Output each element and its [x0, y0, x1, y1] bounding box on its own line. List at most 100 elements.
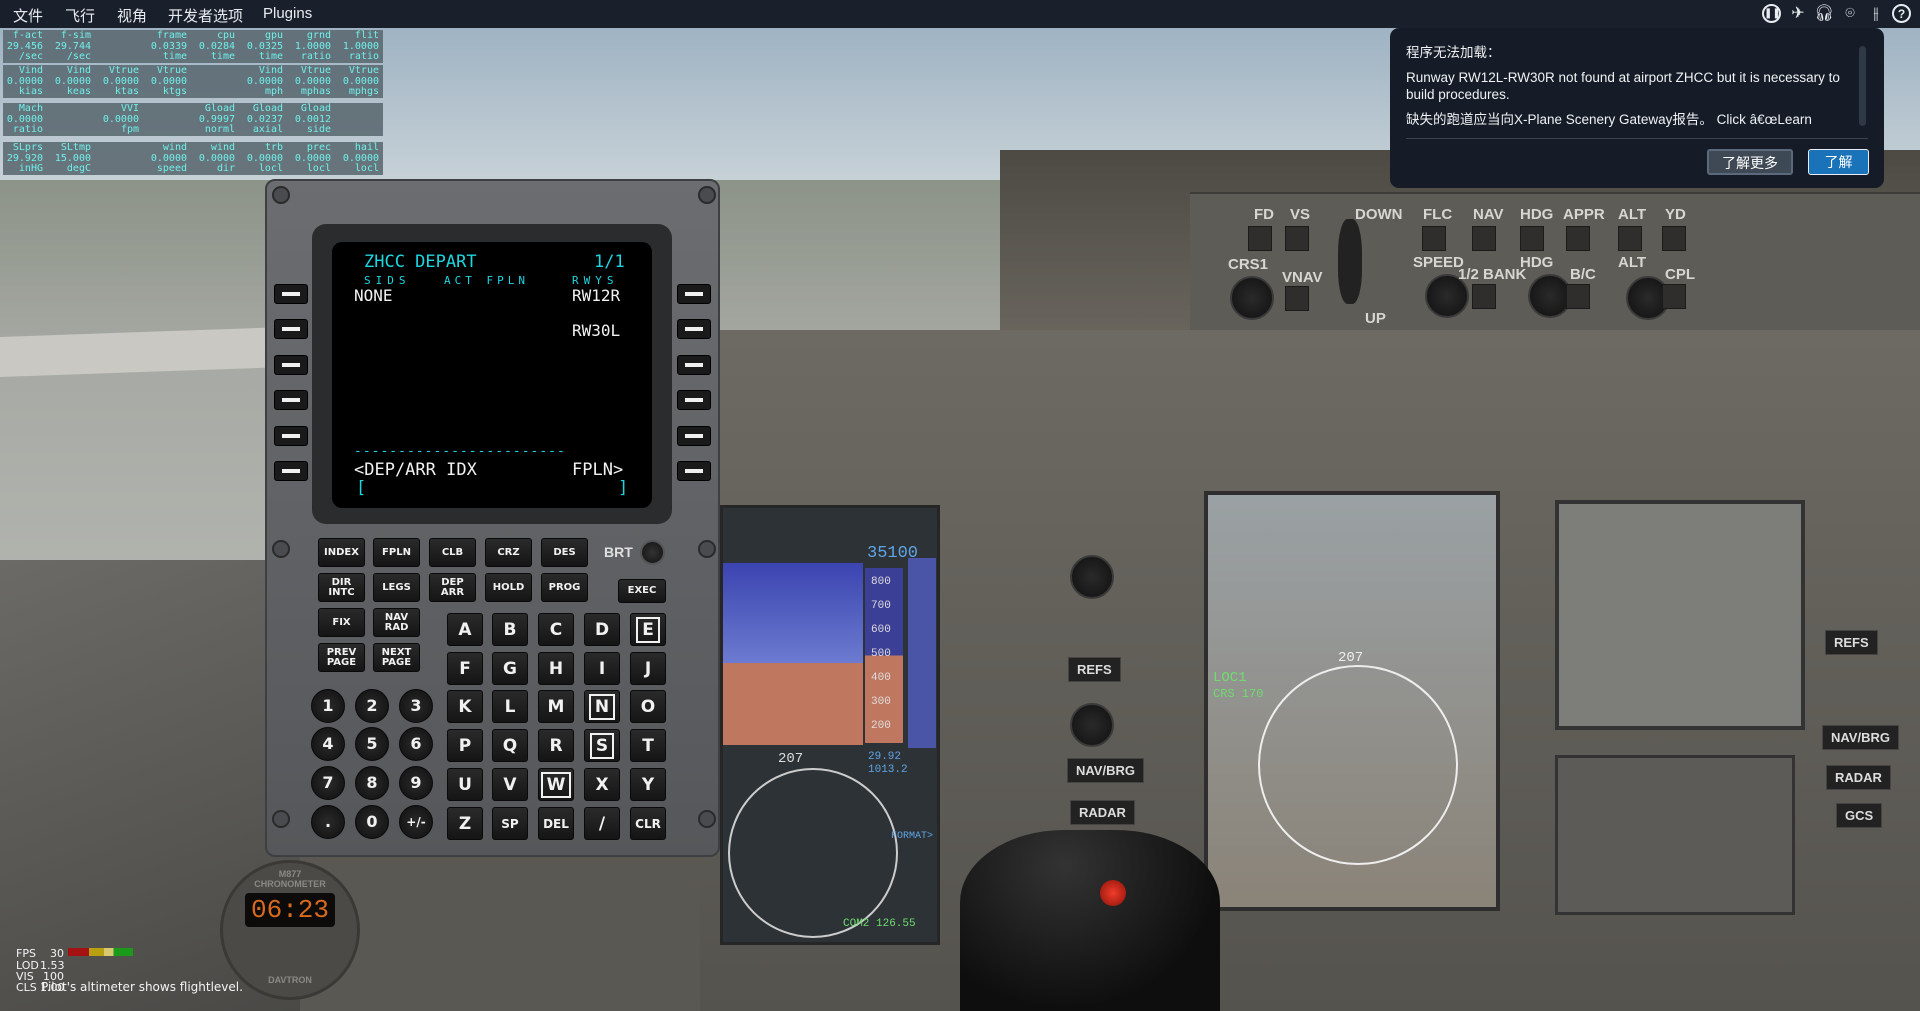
sliders-icon[interactable]: ⫲: [1866, 4, 1886, 24]
key-prev-page[interactable]: PREV PAGE: [318, 643, 365, 672]
line-select-key-right-5[interactable]: [677, 426, 711, 446]
line-select-key-right-6[interactable]: [677, 461, 711, 481]
gcs-button[interactable]: GCS: [1836, 803, 1883, 828]
menu-view[interactable]: 视角: [117, 5, 147, 26]
airplane-icon[interactable]: ✈: [1788, 4, 1808, 24]
line-select-key-left-5[interactable]: [274, 426, 308, 446]
key-2[interactable]: 2: [355, 689, 389, 723]
autopilot-disconnect-button[interactable]: [1100, 880, 1126, 906]
location-pin-icon[interactable]: ⌾: [1840, 4, 1860, 24]
key-slash[interactable]: /: [584, 807, 620, 840]
key-c[interactable]: C: [538, 613, 574, 646]
key-del[interactable]: DEL: [538, 807, 574, 840]
key-des[interactable]: DES: [541, 538, 588, 567]
key-h[interactable]: H: [538, 652, 574, 685]
radar-button[interactable]: RADAR: [1070, 800, 1135, 825]
menu-flight[interactable]: 飞行: [65, 5, 95, 26]
key-y[interactable]: Y: [630, 768, 666, 801]
key-hold[interactable]: HOLD: [485, 573, 532, 602]
menu-plugins[interactable]: Plugins: [263, 5, 312, 22]
hdg-button[interactable]: [1520, 226, 1544, 251]
key-3[interactable]: 3: [399, 689, 433, 723]
line-select-key-left-4[interactable]: [274, 390, 308, 410]
key-i[interactable]: I: [584, 652, 620, 685]
alt-button[interactable]: [1618, 226, 1642, 251]
menu-developer[interactable]: 开发者选项: [168, 5, 243, 26]
cpl-button[interactable]: [1662, 284, 1686, 309]
line-select-key-right-3[interactable]: [677, 355, 711, 375]
key-n[interactable]: N: [584, 690, 620, 723]
key-f[interactable]: F: [447, 652, 483, 685]
notification-scrollbar[interactable]: [1859, 46, 1866, 126]
key-a[interactable]: A: [447, 613, 483, 646]
key-9[interactable]: 9: [399, 766, 433, 800]
key-sp[interactable]: SP: [492, 807, 528, 840]
half-bank-button[interactable]: [1472, 284, 1496, 309]
line-select-key-right-4[interactable]: [677, 390, 711, 410]
key-prog[interactable]: PROG: [541, 573, 588, 602]
flc-button[interactable]: [1422, 226, 1446, 251]
learn-more-button[interactable]: 了解更多: [1707, 149, 1793, 175]
select-knob[interactable]: [1070, 703, 1114, 747]
appr-button[interactable]: [1566, 226, 1590, 251]
pitch-wheel[interactable]: [1338, 219, 1362, 304]
headset-icon[interactable]: 🎧︎: [1814, 4, 1834, 24]
nav-button[interactable]: [1472, 226, 1496, 251]
key-nav-rad[interactable]: NAV RAD: [373, 608, 420, 637]
key-p[interactable]: P: [447, 729, 483, 762]
key-5[interactable]: 5: [355, 727, 389, 761]
key-s[interactable]: S: [584, 729, 620, 762]
key-exec[interactable]: EXEC: [618, 579, 666, 603]
key-fix[interactable]: FIX: [318, 608, 365, 637]
fd-button[interactable]: [1248, 226, 1272, 251]
format-softkey[interactable]: FORMAT>: [891, 831, 933, 842]
help-icon[interactable]: ?: [1892, 4, 1911, 23]
key-legs[interactable]: LEGS: [373, 573, 420, 602]
pause-icon[interactable]: ❚❚: [1762, 4, 1781, 23]
key-w[interactable]: W: [538, 768, 574, 801]
key-plus-minus[interactable]: +/-: [399, 805, 433, 839]
brightness-knob[interactable]: [640, 540, 665, 565]
baro-knob[interactable]: [1070, 555, 1114, 599]
key-z[interactable]: Z: [447, 807, 483, 840]
key-4[interactable]: 4: [311, 727, 345, 761]
key-dir-intc[interactable]: DIR INTC: [318, 573, 365, 602]
key-k[interactable]: K: [447, 690, 483, 723]
line-select-key-left-2[interactable]: [274, 319, 308, 339]
key-dep-arr[interactable]: DEP ARR: [429, 573, 476, 602]
key-dot[interactable]: .: [311, 805, 345, 839]
key-m[interactable]: M: [538, 690, 574, 723]
key-u[interactable]: U: [447, 768, 483, 801]
key-index[interactable]: INDEX: [318, 538, 365, 567]
menu-file[interactable]: 文件: [13, 5, 43, 26]
key-6[interactable]: 6: [399, 727, 433, 761]
right-radar-button[interactable]: RADAR: [1826, 765, 1891, 790]
key-clb[interactable]: CLB: [429, 538, 476, 567]
key-e[interactable]: E: [630, 613, 666, 646]
ok-button[interactable]: 了解: [1808, 149, 1869, 175]
key-8[interactable]: 8: [355, 766, 389, 800]
line-select-key-left-6[interactable]: [274, 461, 308, 481]
bc-button[interactable]: [1566, 284, 1590, 309]
right-nav-brg-button[interactable]: NAV/BRG: [1822, 725, 1899, 750]
key-1[interactable]: 1: [311, 689, 345, 723]
key-v[interactable]: V: [492, 768, 528, 801]
line-select-key-right-1[interactable]: [677, 284, 711, 304]
key-d[interactable]: D: [584, 613, 620, 646]
key-o[interactable]: O: [630, 690, 666, 723]
line-select-key-left-3[interactable]: [274, 355, 308, 375]
key-g[interactable]: G: [492, 652, 528, 685]
key-r[interactable]: R: [538, 729, 574, 762]
control-yoke[interactable]: [960, 830, 1220, 1011]
yd-button[interactable]: [1662, 226, 1686, 251]
refs-button[interactable]: REFS: [1068, 657, 1121, 682]
key-q[interactable]: Q: [492, 729, 528, 762]
key-clr[interactable]: CLR: [630, 807, 666, 840]
line-select-key-left-1[interactable]: [274, 284, 308, 304]
key-next-page[interactable]: NEXT PAGE: [373, 643, 420, 672]
line-select-key-right-2[interactable]: [677, 319, 711, 339]
key-j[interactable]: J: [630, 652, 666, 685]
right-refs-button[interactable]: REFS: [1825, 630, 1878, 655]
crs1-knob[interactable]: [1230, 276, 1274, 320]
key-fpln[interactable]: FPLN: [373, 538, 420, 567]
